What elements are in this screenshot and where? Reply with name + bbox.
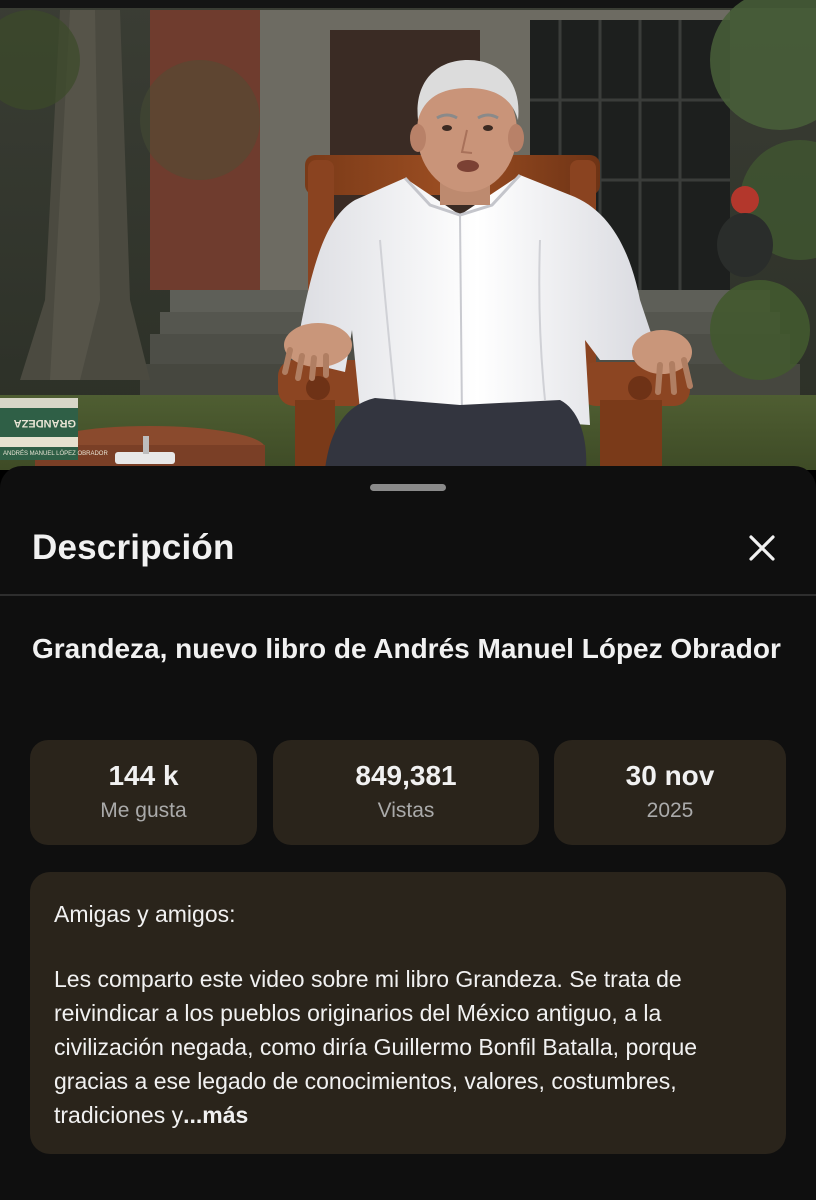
close-button[interactable] bbox=[738, 524, 786, 572]
book-spine-text: ANDRÉS MANUEL LÓPEZ OBRADOR bbox=[3, 450, 108, 457]
views-count: 849,381 bbox=[355, 760, 457, 791]
publish-year: 2025 bbox=[646, 799, 694, 822]
divider bbox=[0, 594, 816, 596]
video-title: Grandeza, nuevo libro de Andrés Manuel L… bbox=[32, 633, 781, 664]
likes-stat: 144 k Me gusta bbox=[30, 740, 257, 845]
description-box[interactable]: Amigas y amigos: Les comparto este video… bbox=[30, 872, 786, 1154]
book-cover-text: GRANDEZA bbox=[14, 417, 76, 429]
close-icon bbox=[749, 535, 775, 561]
description-sheet: Descripción Grandeza, nuevo libro de And… bbox=[0, 466, 816, 1200]
likes-count: 144 k bbox=[108, 760, 179, 791]
likes-label: Me gusta bbox=[100, 799, 187, 822]
screen: GRANDEZA ANDRÉS MANUEL LÓPEZ OBRADOR Des… bbox=[0, 0, 816, 1200]
description-text: Les comparto este video sobre mi libro G… bbox=[54, 966, 698, 1128]
description-body: Les comparto este video sobre mi libro G… bbox=[54, 962, 766, 1132]
show-more-button[interactable]: ...más bbox=[183, 1102, 248, 1128]
date-stat: 30 nov 2025 bbox=[554, 740, 786, 845]
video-player[interactable]: GRANDEZA ANDRÉS MANUEL LÓPEZ OBRADOR bbox=[0, 0, 816, 470]
drag-handle[interactable] bbox=[370, 484, 446, 491]
video-frame: GRANDEZA ANDRÉS MANUEL LÓPEZ OBRADOR bbox=[0, 0, 816, 470]
sheet-title: Descripción bbox=[32, 528, 235, 567]
publish-date: 30 nov bbox=[625, 760, 715, 791]
views-label: Vistas bbox=[377, 799, 435, 822]
description-greeting: Amigas y amigos: bbox=[54, 901, 236, 927]
views-stat: 849,381 Vistas bbox=[273, 740, 539, 845]
